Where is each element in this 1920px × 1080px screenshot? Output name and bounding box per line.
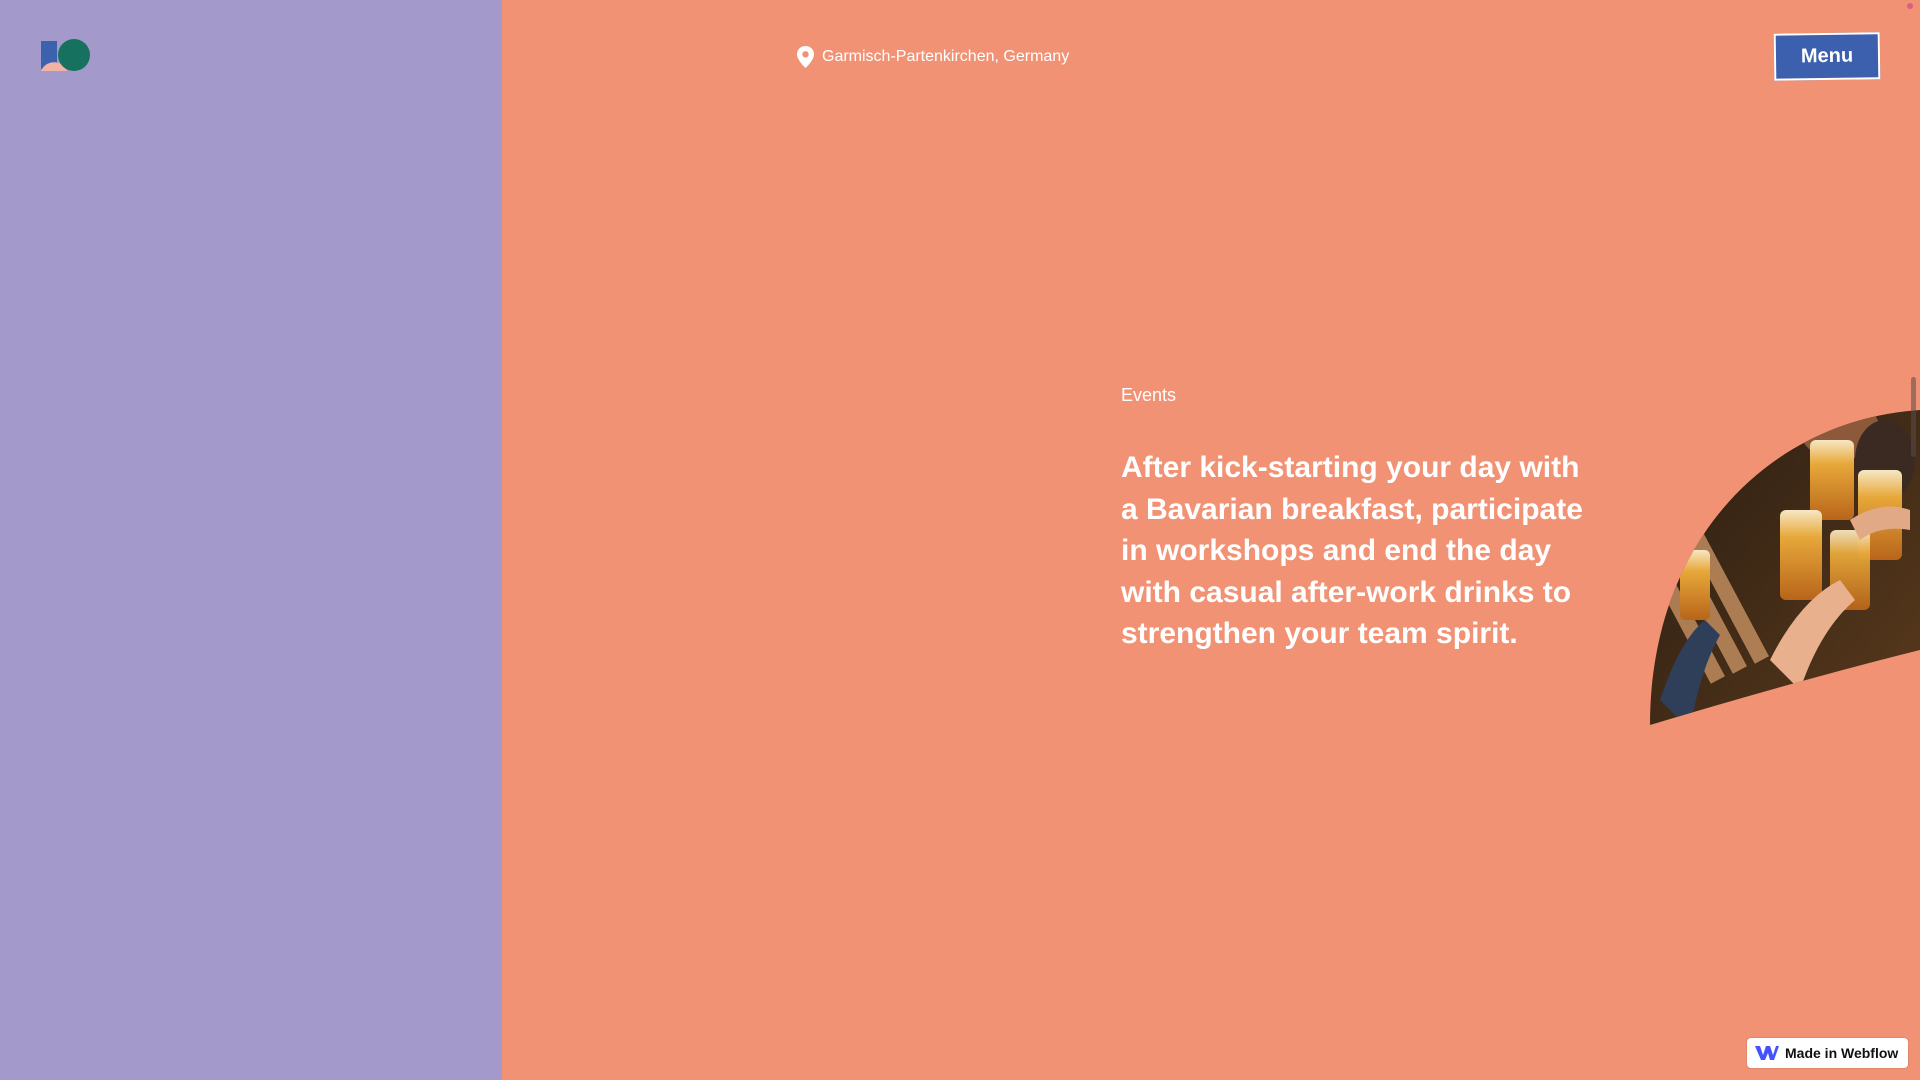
badge-label: Made in Webflow bbox=[1785, 1045, 1899, 1061]
location: Garmisch-Partenkirchen, Germany bbox=[797, 44, 1069, 70]
made-in-webflow-badge[interactable]: Made in Webflow bbox=[1747, 1038, 1908, 1068]
page: Garmisch-Partenkirchen, Germany Menu Eve… bbox=[0, 0, 1920, 1080]
section-label: Events bbox=[1121, 385, 1177, 405]
event-photo bbox=[1650, 410, 1920, 725]
corner-indicator bbox=[1907, 3, 1913, 9]
location-text: Garmisch-Partenkirchen, Germany bbox=[822, 48, 1070, 65]
map-pin-icon bbox=[797, 46, 814, 68]
section-description: After kick-starting your day with a Bava… bbox=[1121, 451, 1583, 650]
brand-logo-icon[interactable] bbox=[39, 37, 93, 75]
scrollbar-thumb[interactable] bbox=[1911, 377, 1916, 457]
left-panel bbox=[0, 0, 502, 1080]
menu-button[interactable]: Menu bbox=[1773, 32, 1881, 81]
webflow-logo-icon bbox=[1755, 1046, 1779, 1060]
